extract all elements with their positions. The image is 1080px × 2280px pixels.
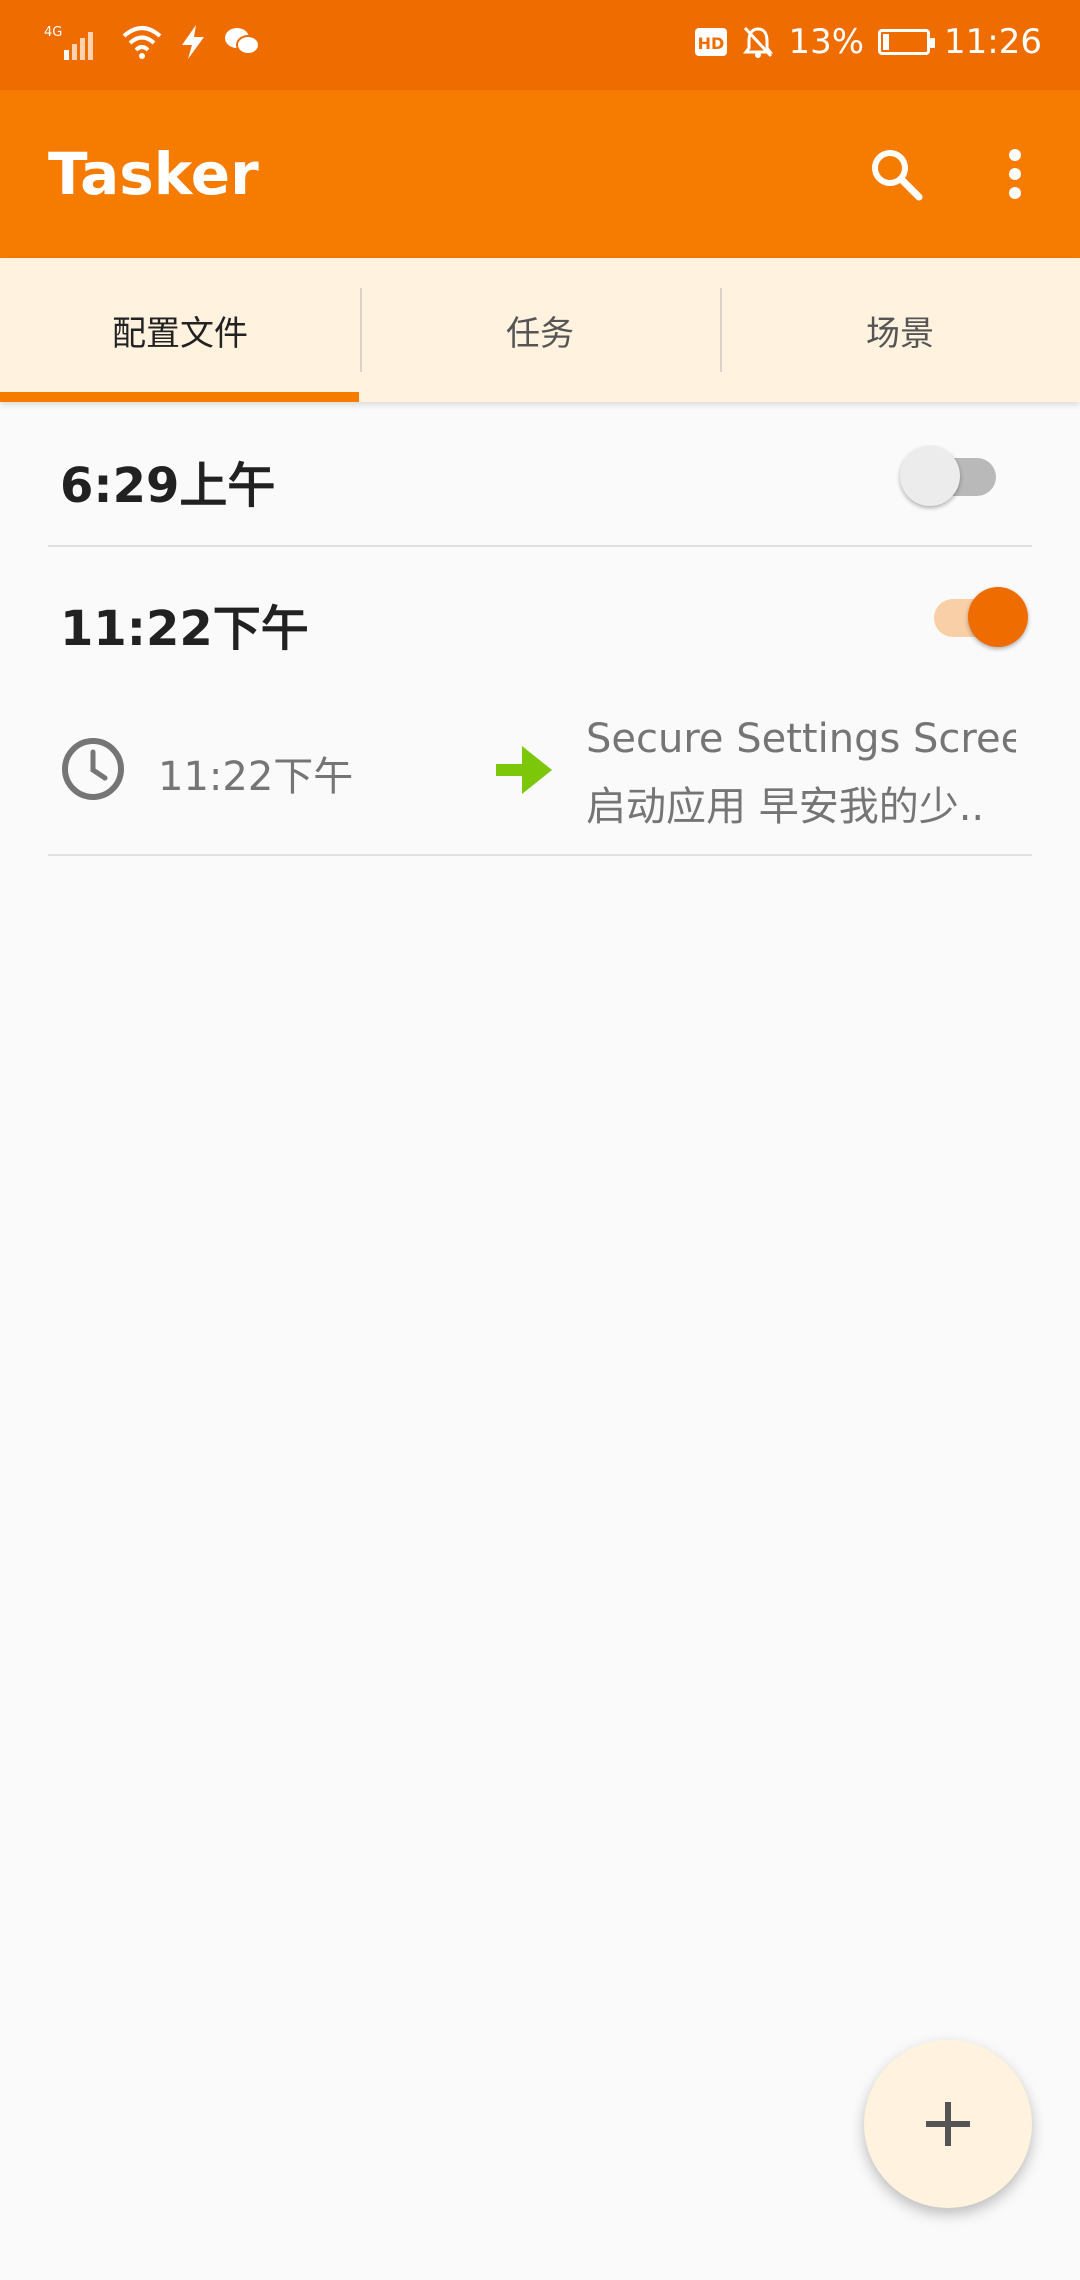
task-name[interactable]: Secure Settings Scree.. [586,716,1016,762]
divider [48,854,1032,856]
tab-bar: 配置文件 任务 场景 [0,258,1080,402]
tab-profiles-label: 配置文件 [112,313,248,354]
context-label[interactable]: 11:22下午 [158,744,353,802]
profile-toggle[interactable] [900,446,1004,506]
search-button[interactable] [856,134,936,214]
status-time: 11:26 [944,22,1042,62]
more-options-button[interactable] [980,134,1050,214]
hd-icon: HD [694,27,728,57]
add-profile-button[interactable] [864,2040,1032,2208]
battery-icon [878,29,936,55]
tab-scenes[interactable]: 场景 [720,258,1080,402]
battery-percent: 13% [788,22,865,62]
profile-row[interactable]: 6:29上午 [0,404,1080,546]
tab-tasks[interactable]: 任务 [360,258,720,402]
tab-scenes-label: 场景 [866,313,934,354]
hd-label: HD [698,34,725,53]
network-type: 4G [44,25,62,40]
tab-tasks-label: 任务 [506,313,574,354]
tab-profiles[interactable]: 配置文件 [0,258,360,402]
active-tab-indicator [0,392,359,402]
profile-name: 11:22下午 [60,601,309,657]
profile-toggle[interactable] [926,587,1028,647]
signal-icon: 4G [44,22,104,62]
app-bar: Tasker [0,90,1080,258]
wechat-icon [224,26,260,58]
arrow-right-icon [494,740,554,800]
wifi-icon [122,24,162,60]
status-bar: 4G HD 13% 11:26 [0,0,1080,90]
task-description[interactable]: 启动应用 早安我的少.. [586,774,1016,832]
plus-icon [926,2102,970,2146]
clock-icon[interactable] [60,736,126,802]
search-icon [872,150,923,201]
app-title: Tasker [48,140,259,208]
profile-name: 6:29上午 [60,458,276,514]
more-vert-icon [1009,149,1021,199]
flash-icon [180,25,206,59]
mute-icon [742,25,774,59]
